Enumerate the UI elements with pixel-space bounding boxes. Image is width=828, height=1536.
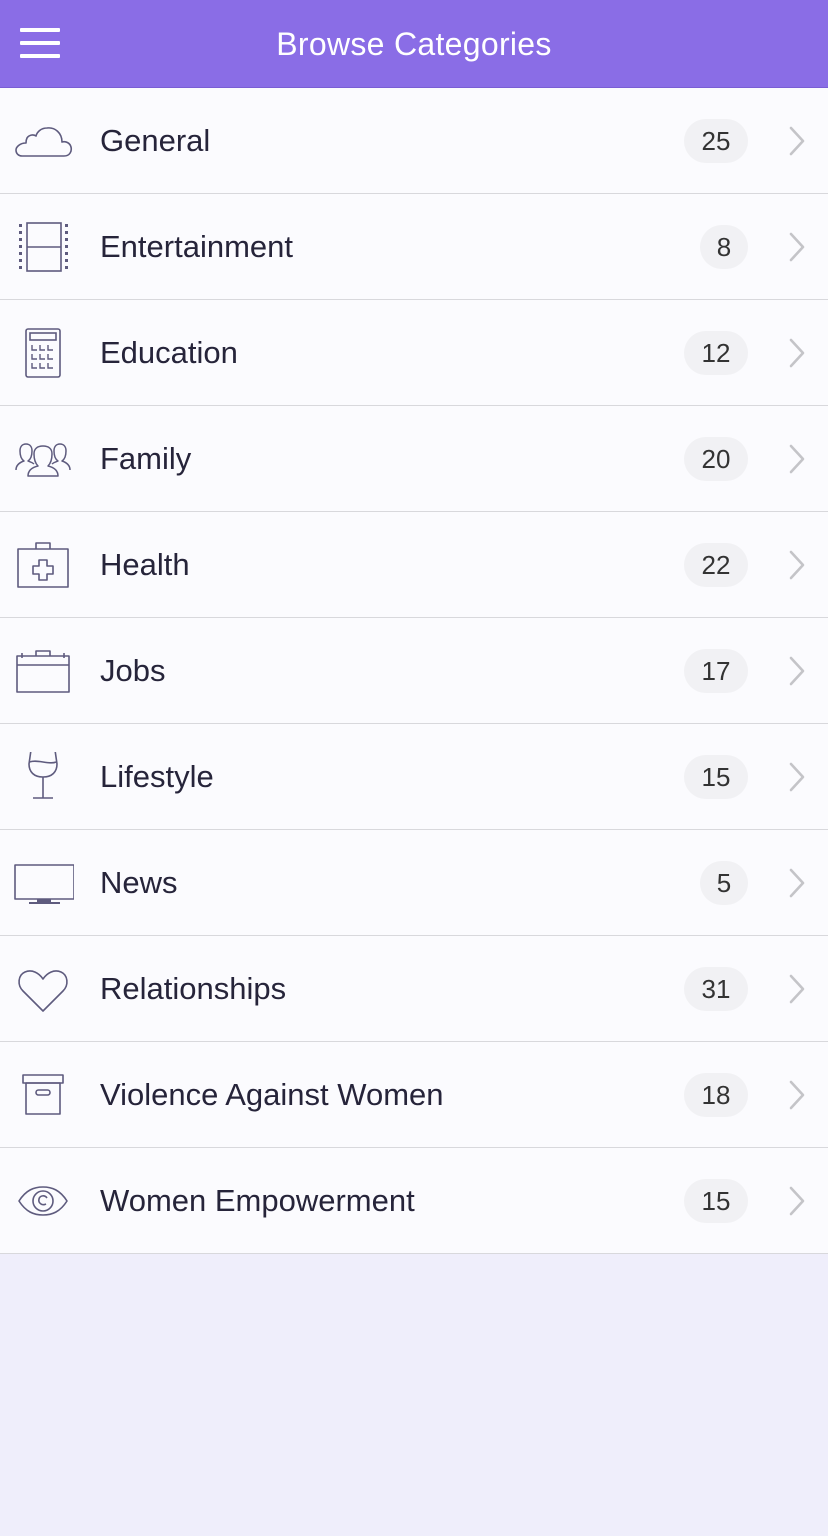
heart-icon (12, 964, 74, 1014)
category-list: General 25 Entertainment 8 Education 12 … (0, 88, 828, 1254)
first-aid-kit-icon (12, 540, 74, 590)
category-label: Entertainment (100, 229, 293, 264)
category-row-entertainment[interactable]: Entertainment 8 (0, 194, 828, 300)
category-label: General (100, 123, 211, 158)
category-row-health[interactable]: Health 22 (0, 512, 828, 618)
briefcase-icon (12, 646, 74, 696)
chevron-right-icon (786, 230, 808, 264)
count-badge: 8 (700, 225, 748, 269)
category-row-family[interactable]: Family 20 (0, 406, 828, 512)
category-row-education[interactable]: Education 12 (0, 300, 828, 406)
wine-glass-icon (12, 752, 74, 802)
category-label: Women Empowerment (100, 1183, 415, 1218)
count-badge: 22 (684, 543, 748, 587)
chevron-right-icon (786, 972, 808, 1006)
count-badge: 31 (684, 967, 748, 1011)
count-badge: 12 (684, 331, 748, 375)
category-row-jobs[interactable]: Jobs 17 (0, 618, 828, 724)
category-label: Violence Against Women (100, 1077, 444, 1112)
film-strip-icon (12, 222, 74, 272)
category-row-news[interactable]: News 5 (0, 830, 828, 936)
page-title: Browse Categories (276, 26, 552, 62)
eye-icon (12, 1176, 74, 1226)
category-row-women-empowerment[interactable]: Women Empowerment 15 (0, 1148, 828, 1254)
chevron-right-icon (786, 442, 808, 476)
chevron-right-icon (786, 1184, 808, 1218)
archive-box-icon (12, 1070, 74, 1120)
category-label: Lifestyle (100, 759, 214, 794)
chevron-right-icon (786, 336, 808, 370)
monitor-icon (12, 858, 74, 908)
category-label: Relationships (100, 971, 287, 1006)
count-badge: 20 (684, 437, 748, 481)
category-row-relationships[interactable]: Relationships 31 (0, 936, 828, 1042)
count-badge: 15 (684, 755, 748, 799)
people-group-icon (12, 434, 74, 484)
category-label: Jobs (100, 653, 166, 688)
count-badge: 25 (684, 119, 748, 163)
category-row-general[interactable]: General 25 (0, 88, 828, 194)
top-bar: Browse Categories (0, 0, 828, 88)
count-badge: 15 (684, 1179, 748, 1223)
category-row-lifestyle[interactable]: Lifestyle 15 (0, 724, 828, 830)
chevron-right-icon (786, 124, 808, 158)
chevron-right-icon (786, 760, 808, 794)
chevron-right-icon (786, 654, 808, 688)
chevron-right-icon (786, 866, 808, 900)
category-label: Education (100, 335, 238, 370)
category-label: News (100, 865, 178, 900)
count-badge: 18 (684, 1073, 748, 1117)
count-badge: 5 (700, 861, 748, 905)
count-badge: 17 (684, 649, 748, 693)
cloud-icon (12, 116, 74, 166)
chevron-right-icon (786, 1078, 808, 1112)
category-label: Health (100, 547, 190, 582)
category-row-violence-against-women[interactable]: Violence Against Women 18 (0, 1042, 828, 1148)
chevron-right-icon (786, 548, 808, 582)
calculator-icon (12, 328, 74, 378)
category-label: Family (100, 441, 192, 476)
